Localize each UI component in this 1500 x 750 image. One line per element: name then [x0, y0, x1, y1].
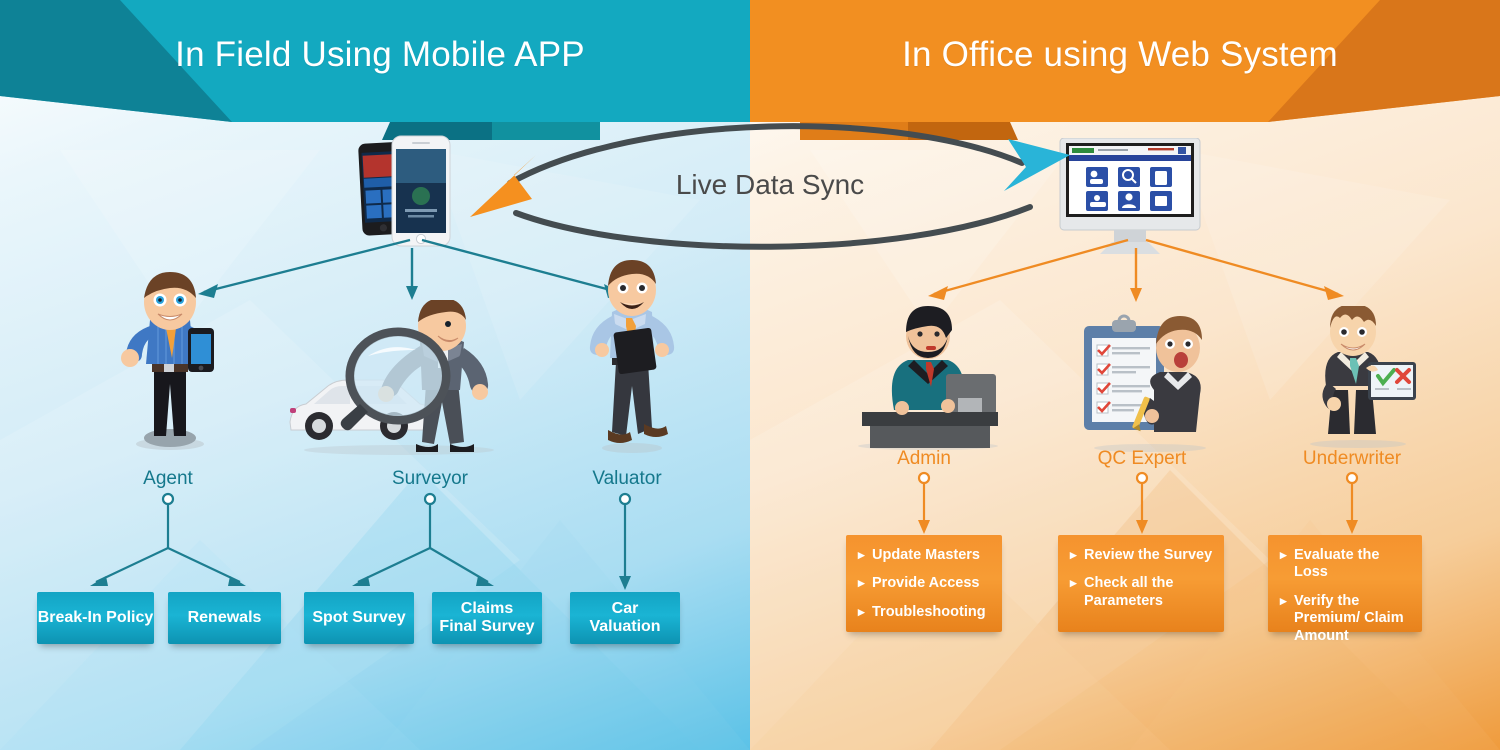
task-list-qc-expert: Review the Survey Check all the Paramete… [1070, 547, 1214, 610]
leaf-box-spot-survey[interactable]: Spot Survey [304, 592, 414, 644]
leaf-box-claims-final-survey[interactable]: Claims Final Survey [432, 592, 542, 644]
leaf-box-label: Spot Survey [312, 608, 406, 626]
task-box-underwriter[interactable]: Evaluate the Loss Verify the Premium/ Cl… [1268, 535, 1422, 644]
character-qc-expert [1084, 314, 1206, 452]
task-item: Evaluate the Loss [1280, 547, 1412, 582]
leaf-box-label-line2: Valuation [589, 618, 661, 635]
leaf-box-label-line1: Claims [460, 599, 514, 617]
leaf-box-label-line2: Final Survey [439, 618, 535, 635]
header-title-left: In Field Using Mobile APP [175, 35, 585, 74]
task-item: Provide Access [858, 575, 992, 592]
character-admin-at-desk [858, 306, 998, 450]
character-surveyor-with-car [289, 300, 494, 455]
task-item: Verify the Premium/ Claim Amount [1280, 593, 1412, 645]
task-item: Troubleshooting [858, 604, 992, 621]
office-role-stems [917, 471, 1359, 534]
role-label-valuator: Valuator [592, 468, 662, 489]
task-box-admin[interactable]: Update Masters Provide Access Troublesho… [846, 535, 1002, 632]
field-role-stems [90, 492, 632, 590]
header-title-right: In Office using Web System [902, 35, 1338, 74]
role-label-qc-expert: QC Expert [1097, 448, 1187, 469]
role-label-surveyor: Surveyor [391, 468, 469, 489]
task-item: Update Masters [858, 547, 992, 564]
task-item: Check all the Parameters [1070, 575, 1214, 610]
infographic-canvas: In Field Using Mobile APP In Office usin… [0, 0, 1500, 750]
character-valuator [589, 260, 675, 453]
leaf-box-car-valuation[interactable]: Car Valuation [570, 592, 680, 644]
task-item: Review the Survey [1070, 547, 1214, 564]
character-underwriter [1310, 306, 1416, 448]
live-data-sync-label: Live Data Sync [675, 169, 865, 200]
leaf-box-label: Break-In Policy [37, 608, 154, 626]
leaf-box-renewals[interactable]: Renewals [168, 592, 281, 644]
role-label-underwriter: Underwriter [1302, 448, 1402, 469]
leaf-box-break-in-policy[interactable]: Break-In Policy [37, 592, 154, 644]
task-list-underwriter: Evaluate the Loss Verify the Premium/ Cl… [1280, 547, 1412, 645]
live-data-sync-group: Live Data Sync [470, 123, 1070, 250]
role-label-agent: Agent [143, 468, 193, 489]
task-list-admin: Update Masters Provide Access Troublesho… [858, 547, 992, 621]
leaf-box-label-line1: Car [611, 599, 639, 617]
role-label-admin: Admin [897, 448, 951, 469]
leaf-box-label: Renewals [187, 608, 262, 626]
task-box-qc-expert[interactable]: Review the Survey Check all the Paramete… [1058, 535, 1224, 632]
character-agent [121, 272, 214, 450]
